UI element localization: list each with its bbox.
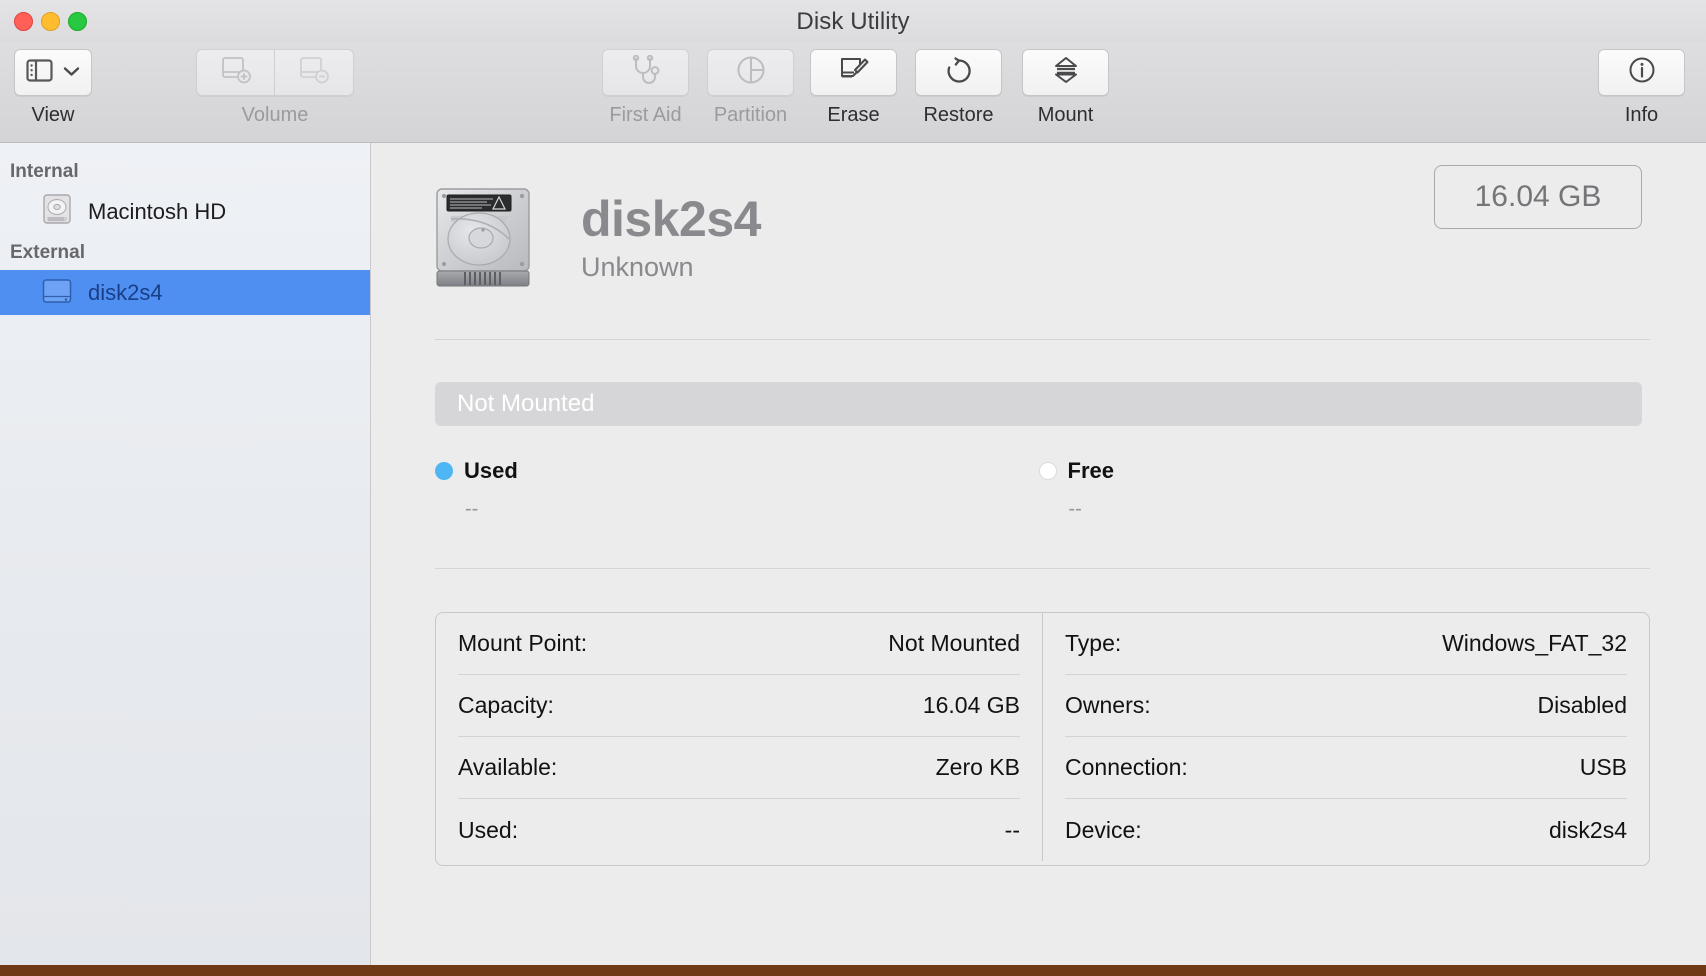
main-panel: disk2s4 Unknown 16.04 GB Not Mounted Use… xyxy=(371,143,1706,965)
table-row: Available: Zero KB xyxy=(458,737,1020,799)
sidebar-item-label: disk2s4 xyxy=(88,279,163,305)
view-label: View xyxy=(31,104,75,126)
mount-button[interactable] xyxy=(1022,49,1109,96)
internal-disk-icon xyxy=(38,190,76,234)
legend-label: Used xyxy=(464,458,518,483)
first-aid-button[interactable] xyxy=(602,49,689,96)
table-row: Used: -- xyxy=(458,799,1020,861)
erase-icon xyxy=(838,55,870,90)
volume-add-icon xyxy=(220,55,252,90)
sidebar-item-disk2s4[interactable]: disk2s4 xyxy=(0,270,370,315)
info-button[interactable] xyxy=(1598,49,1685,96)
table-row: Capacity: 16.04 GB xyxy=(458,675,1020,737)
window-titlebar: Disk Utility xyxy=(0,0,1706,43)
toolbar-group-volume: Volume xyxy=(196,49,354,127)
window-body: Internal Macintosh HD External disk2s4 d… xyxy=(0,143,1706,965)
legend-item-free: Free -- xyxy=(1038,458,1643,521)
usage-legend: Used -- Free -- xyxy=(435,458,1642,521)
toolbar-group-mount: Mount xyxy=(1022,49,1109,127)
detail-value: 16.04 GB xyxy=(922,692,1020,718)
table-row: Connection: USB xyxy=(1065,737,1627,799)
legend-label: Free xyxy=(1067,458,1114,483)
toolbar: View Volume First Aid Partition Erase Re… xyxy=(0,43,1706,143)
detail-key: Capacity: xyxy=(458,692,554,718)
detail-value: Windows_FAT_32 xyxy=(1442,630,1627,656)
disk-utility-window: Disk Utility View Volume First Aid Parti… xyxy=(0,0,1706,965)
detail-value: disk2s4 xyxy=(1549,816,1627,843)
restore-arrow-icon xyxy=(944,55,974,90)
free-color-dot xyxy=(1038,462,1057,480)
device-subtitle: Unknown xyxy=(581,251,694,282)
table-row: Device: disk2s4 xyxy=(1065,799,1627,861)
detail-key: Device: xyxy=(1065,816,1142,843)
table-row: Type: Windows_FAT_32 xyxy=(1065,613,1627,675)
chevron-down-icon xyxy=(63,64,80,82)
sidebar: Internal Macintosh HD External disk2s4 xyxy=(0,143,371,965)
used-color-dot xyxy=(435,462,453,480)
capacity-badge: 16.04 GB xyxy=(1434,165,1642,229)
partition-button[interactable] xyxy=(707,49,794,96)
device-name: disk2s4 xyxy=(581,191,761,248)
toolbar-group-first-aid: First Aid xyxy=(602,49,689,127)
hard-drive-icon xyxy=(427,183,539,293)
toolbar-group-view: View xyxy=(14,49,92,127)
sidebar-header-external: External xyxy=(10,242,85,263)
toolbar-group-restore: Restore xyxy=(915,49,1002,127)
sidebar-item-label: Macintosh HD xyxy=(88,198,227,224)
external-disk-icon xyxy=(38,271,76,315)
volume-remove-button[interactable] xyxy=(275,49,354,96)
legend-item-used: Used -- xyxy=(435,458,1039,521)
restore-button[interactable] xyxy=(915,49,1002,96)
detail-value: Disabled xyxy=(1537,692,1628,718)
mount-eject-icon xyxy=(1053,55,1079,90)
partition-label: Partition xyxy=(713,104,788,126)
toolbar-group-erase: Erase xyxy=(810,49,897,127)
details-column-right: Type: Windows_FAT_32 Owners: Disabled Co… xyxy=(1043,613,1649,861)
sidebar-icon xyxy=(26,58,53,87)
detail-key: Type: xyxy=(1065,630,1122,656)
sidebar-header-internal: Internal xyxy=(10,161,79,182)
stethoscope-icon xyxy=(629,54,663,90)
table-row: Mount Point: Not Mounted xyxy=(458,613,1020,675)
mount-label: Mount xyxy=(1037,104,1094,126)
legend-value: -- xyxy=(465,498,479,520)
detail-key: Owners: xyxy=(1065,692,1151,718)
detail-value: Not Mounted xyxy=(888,630,1020,656)
detail-key: Used: xyxy=(458,816,519,843)
details-column-left: Mount Point: Not Mounted Capacity: 16.04… xyxy=(436,613,1043,861)
volume-remove-icon xyxy=(298,55,330,90)
toolbar-group-info: Info xyxy=(1598,49,1685,127)
info-label: Info xyxy=(1624,104,1659,126)
detail-value: Zero KB xyxy=(935,754,1020,780)
table-row: Owners: Disabled xyxy=(1065,675,1627,737)
detail-value: USB xyxy=(1579,754,1627,780)
device-header: disk2s4 Unknown 16.04 GB xyxy=(371,143,1706,293)
legend-value: -- xyxy=(1068,498,1082,520)
erase-button[interactable] xyxy=(810,49,897,96)
volume-segmented-control xyxy=(196,49,354,96)
detail-key: Mount Point: xyxy=(458,630,588,656)
usage-section: Not Mounted Used -- Free -- xyxy=(371,340,1706,521)
volume-add-button[interactable] xyxy=(196,49,275,96)
usage-bar: Not Mounted xyxy=(435,382,1642,426)
first-aid-label: First Aid xyxy=(609,104,682,126)
details-card: Mount Point: Not Mounted Capacity: 16.04… xyxy=(435,612,1650,866)
view-button[interactable] xyxy=(14,49,92,96)
device-name-block: disk2s4 Unknown xyxy=(581,193,761,283)
usage-status-text: Not Mounted xyxy=(457,390,595,417)
desktop-background: Disk Utility View Volume First Aid Parti… xyxy=(0,0,1706,976)
window-title: Disk Utility xyxy=(796,8,910,35)
restore-label: Restore xyxy=(923,104,994,126)
info-circle-icon xyxy=(1627,55,1657,90)
detail-value: -- xyxy=(1004,816,1020,843)
sidebar-item-macintosh-hd[interactable]: Macintosh HD xyxy=(0,189,370,234)
toolbar-group-partition: Partition xyxy=(707,49,794,127)
detail-key: Connection: xyxy=(1065,754,1188,780)
erase-label: Erase xyxy=(827,104,880,126)
pie-chart-icon xyxy=(736,55,766,90)
volume-label: Volume xyxy=(241,104,309,126)
usage-divider xyxy=(435,568,1650,569)
detail-key: Available: xyxy=(458,754,558,780)
